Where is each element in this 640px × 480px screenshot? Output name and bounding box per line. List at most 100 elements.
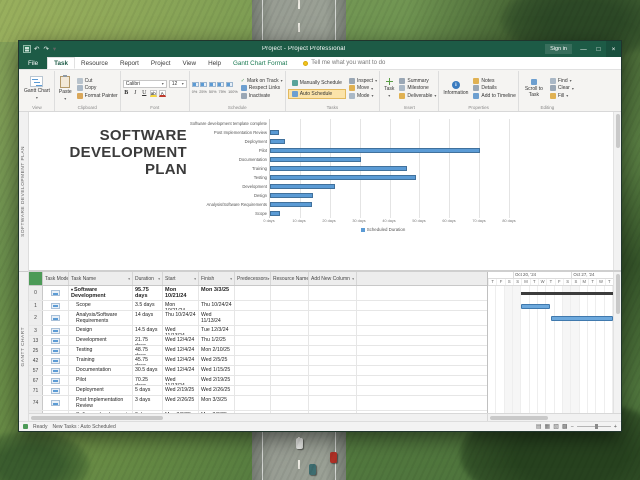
task-name-cell[interactable]: Pilot bbox=[69, 376, 133, 385]
task-mode-cell[interactable] bbox=[43, 286, 69, 300]
qat-customize-icon[interactable]: ▾ bbox=[53, 45, 56, 53]
add-new-column-cell[interactable] bbox=[309, 301, 357, 310]
respect-links-button[interactable]: Respect Links bbox=[241, 85, 283, 91]
scrollbar-thumb[interactable] bbox=[31, 416, 163, 420]
close-button[interactable]: × bbox=[606, 41, 621, 57]
table-row[interactable]: 74Post Implementation Review3 daysWed 2/… bbox=[29, 396, 487, 411]
duration-chart[interactable]: Software development template completePo… bbox=[197, 112, 527, 270]
start-date-cell[interactable]: Wed 11/13/24 bbox=[163, 326, 199, 335]
scrollbar-thumb[interactable] bbox=[616, 114, 620, 148]
resource-names-cell[interactable] bbox=[271, 311, 309, 325]
filter-caret-icon[interactable]: ▾ bbox=[230, 277, 232, 281]
gantt-vertical-scrollbar[interactable] bbox=[613, 272, 621, 413]
resource-names-cell[interactable] bbox=[271, 356, 309, 365]
cut-button[interactable]: Cut bbox=[77, 78, 118, 84]
finish-date-cell[interactable]: Wed 2/19/25 bbox=[199, 376, 235, 385]
resource-names-cell[interactable] bbox=[271, 326, 309, 335]
row-number-cell[interactable]: 13 bbox=[29, 336, 43, 345]
font-color-button[interactable]: A bbox=[159, 90, 166, 97]
predecessors-cell[interactable] bbox=[235, 376, 271, 385]
row-number-cell[interactable]: 57 bbox=[29, 366, 43, 375]
zoom-out-button[interactable]: − bbox=[571, 424, 574, 430]
row-number-cell[interactable]: 25 bbox=[29, 346, 43, 355]
start-date-cell[interactable]: Wed 12/4/24 bbox=[163, 346, 199, 355]
percent-bar-icon[interactable] bbox=[200, 82, 207, 87]
copy-button[interactable]: Copy bbox=[77, 85, 118, 91]
gantt-task-bar[interactable] bbox=[551, 316, 614, 321]
titlebar[interactable]: ↶ ↷ ▾ Project - Project Professional Sig… bbox=[19, 41, 621, 57]
task-name-cell[interactable]: Training bbox=[69, 356, 133, 365]
add-new-column-cell[interactable] bbox=[309, 286, 357, 300]
scrollbar-thumb[interactable] bbox=[490, 416, 548, 420]
redo-icon[interactable]: ↷ bbox=[43, 45, 48, 53]
table-row[interactable]: 2Analysis/Software Requirements14 daysTh… bbox=[29, 311, 487, 326]
finish-date-cell[interactable]: Mon 3/3/25 bbox=[199, 286, 235, 300]
bold-button[interactable]: B bbox=[123, 90, 130, 96]
mode-button[interactable]: Mode▾ bbox=[349, 93, 377, 99]
finish-date-cell[interactable]: Wed 11/13/24 bbox=[199, 311, 235, 325]
fill-button[interactable]: Fill▾ bbox=[550, 93, 574, 99]
table-row[interactable]: 57Documentation30.5 daysWed 12/4/24Wed 1… bbox=[29, 366, 487, 376]
duration-cell[interactable]: 3.5 days bbox=[133, 301, 163, 310]
start-date-cell[interactable]: Wed 12/4/24 bbox=[163, 356, 199, 365]
start-date-cell[interactable]: Mon 10/21/24 bbox=[163, 286, 199, 300]
ribbon-tab-task[interactable]: Task bbox=[47, 57, 75, 69]
add-new-column-cell[interactable] bbox=[309, 366, 357, 375]
select-all-corner-cell[interactable] bbox=[29, 272, 43, 285]
format-painter-button[interactable]: Format Painter bbox=[77, 93, 118, 99]
predecessors-cell[interactable] bbox=[235, 336, 271, 345]
table-horizontal-scrollbar[interactable] bbox=[29, 414, 488, 421]
mark-on-track-button[interactable]: ✓Mark on Track▾ bbox=[241, 78, 283, 84]
row-number-cell[interactable]: 3 bbox=[29, 326, 43, 335]
ribbon-tab-project[interactable]: Project bbox=[145, 57, 177, 69]
pct-50[interactable]: 50% bbox=[209, 90, 217, 94]
zoom-slider-thumb[interactable] bbox=[595, 424, 598, 429]
finish-date-cell[interactable]: Mon 2/10/25 bbox=[199, 346, 235, 355]
inspect-button[interactable]: Inspect▾ bbox=[349, 78, 377, 84]
filter-caret-icon[interactable]: ▾ bbox=[352, 277, 354, 281]
filter-caret-icon[interactable]: ▾ bbox=[268, 277, 270, 281]
resource-names-cell[interactable] bbox=[271, 286, 309, 300]
sign-in-button[interactable]: Sign in bbox=[545, 44, 572, 54]
percent-bar-icon[interactable] bbox=[192, 82, 199, 87]
duration-cell[interactable]: 5 days bbox=[133, 386, 163, 395]
predecessors-cell[interactable] bbox=[235, 386, 271, 395]
filter-caret-icon[interactable]: ▾ bbox=[158, 277, 160, 281]
gantt-chart-view-button[interactable]: Gantt Chart ▾ bbox=[22, 72, 52, 104]
filter-caret-icon[interactable]: ▾ bbox=[194, 277, 196, 281]
predecessors-cell[interactable] bbox=[235, 326, 271, 335]
font-name-select[interactable]: Calibri▾ bbox=[123, 80, 167, 88]
duration-cell[interactable]: 14 days bbox=[133, 311, 163, 325]
zoom-slider[interactable] bbox=[577, 426, 611, 428]
resource-names-cell[interactable] bbox=[271, 301, 309, 310]
add-to-timeline-button[interactable]: Add to Timeline bbox=[473, 93, 515, 99]
add-new-column-cell[interactable] bbox=[309, 376, 357, 385]
maximize-button[interactable]: □ bbox=[591, 41, 606, 57]
gantt-timeline[interactable]: Oct 20, '24Oct 27, '24 TFSSMTWTFSSMTWT bbox=[488, 272, 613, 413]
information-button[interactable]: i Information bbox=[441, 72, 470, 104]
ribbon-tab-view[interactable]: View bbox=[177, 57, 203, 69]
table-row[interactable]: 3Design14.5 daysWed 11/13/24Tue 12/3/24 bbox=[29, 326, 487, 336]
clear-button[interactable]: Clear▾ bbox=[550, 85, 574, 91]
pct-75[interactable]: 75% bbox=[218, 90, 226, 94]
duration-cell[interactable]: 14.5 days bbox=[133, 326, 163, 335]
row-number-cell[interactable]: 67 bbox=[29, 376, 43, 385]
task-mode-cell[interactable] bbox=[43, 326, 69, 335]
row-number-cell[interactable]: 2 bbox=[29, 311, 43, 325]
gantt-view-shortcut-icon[interactable]: ▤ bbox=[536, 424, 542, 430]
add-new-column-cell[interactable] bbox=[309, 336, 357, 345]
font-size-select[interactable]: 12▾ bbox=[169, 80, 187, 88]
task-mode-cell[interactable] bbox=[43, 386, 69, 395]
resource-names-cell[interactable] bbox=[271, 336, 309, 345]
finish-date-cell[interactable]: Mon 3/3/25 bbox=[199, 396, 235, 410]
duration-cell[interactable]: 30.5 days bbox=[133, 366, 163, 375]
start-date-cell[interactable]: Wed 11/13/24 bbox=[163, 376, 199, 385]
task-name-cell[interactable]: Analysis/Software Requirements bbox=[69, 311, 133, 325]
predecessors-cell[interactable] bbox=[235, 301, 271, 310]
gantt-task-bar[interactable] bbox=[521, 304, 550, 309]
task-name-cell[interactable]: Development bbox=[69, 336, 133, 345]
row-number-cell[interactable]: 74 bbox=[29, 396, 43, 410]
finish-date-cell[interactable]: Wed 2/26/25 bbox=[199, 386, 235, 395]
percent-complete-buttons[interactable] bbox=[192, 82, 238, 87]
duration-cell[interactable]: 70.25 days bbox=[133, 376, 163, 385]
